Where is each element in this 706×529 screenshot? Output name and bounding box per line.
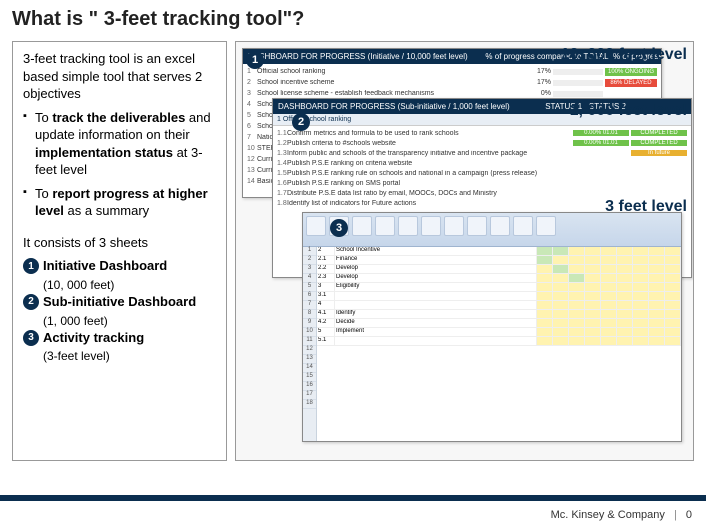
bullet-1-icon: 1 [23, 258, 39, 274]
level-label-10000: 10, 000 feet level [561, 46, 687, 64]
right-panel: 10, 000 feet level 1, 000 feet level 3 f… [235, 41, 694, 461]
intro-text: 3-feet tracking tool is an excel based s… [23, 50, 216, 103]
footer: Mc. Kinsey & Company | 0 [551, 509, 692, 521]
bullet-2-icon: 2 [23, 294, 39, 310]
sheet-item-3: 3 Activity tracking [23, 329, 216, 347]
slide-title: What is " 3-feet tracking tool"? [12, 8, 694, 31]
ribbon-button-icon [513, 216, 533, 236]
objective-1: To track the deliverables and update inf… [23, 109, 216, 179]
sheet-3-sub: (3-feet level) [43, 348, 216, 364]
sheet-2-sub: (1, 000 feet) [43, 313, 216, 329]
ribbon-button-icon [536, 216, 556, 236]
overlay-bullet-2-icon: 2 [292, 113, 310, 131]
ribbon-button-icon [467, 216, 487, 236]
overlay-bullet-1-icon: 1 [246, 51, 264, 69]
level-label-3: 3 feet level [605, 198, 687, 216]
ribbon-button-icon [490, 216, 510, 236]
ribbon-button-icon [398, 216, 418, 236]
sheet-1-sub: (10, 000 feet) [43, 277, 216, 293]
excel-cells: 2School Incentive 2.1Finance 2.2Develop … [317, 247, 681, 441]
footer-page: 0 [686, 509, 692, 521]
consists-text: It consists of 3 sheets [23, 234, 216, 252]
level-label-1000: 1, 000 feet level [570, 102, 687, 120]
excel-3feet: 123456789101112131415161718 2School Ince… [302, 212, 682, 442]
objective-2: To report progress at higher level as a … [23, 185, 216, 220]
sheet-item-2: 2 Sub-initiative Dashboard [23, 293, 216, 311]
bullet-3-icon: 3 [23, 330, 39, 346]
ribbon-button-icon [375, 216, 395, 236]
ribbon-button-icon [421, 216, 441, 236]
left-panel: 3-feet tracking tool is an excel based s… [12, 41, 227, 461]
footer-brand: Mc. Kinsey & Company [551, 509, 665, 521]
excel-ribbon [303, 213, 681, 247]
overlay-bullet-3-icon: 3 [330, 219, 348, 237]
excel-row-headers: 123456789101112131415161718 [303, 247, 317, 441]
sheet-item-1: 1 Initiative Dashboard [23, 257, 216, 275]
ribbon-button-icon [444, 216, 464, 236]
ribbon-button-icon [306, 216, 326, 236]
ribbon-button-icon [352, 216, 372, 236]
content-area: 3-feet tracking tool is an excel based s… [12, 41, 694, 461]
footer-bar [0, 495, 706, 501]
